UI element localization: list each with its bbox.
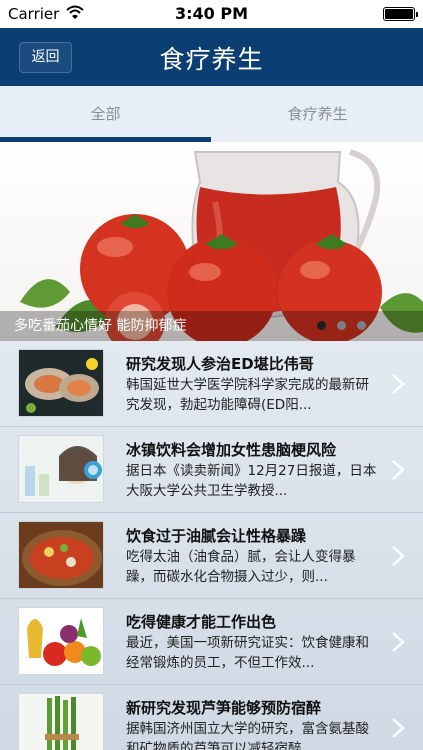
article-summary: 据韩国济州国立大学的研究，富含氨基酸和矿物质的芦笋可以减轻宿醉... (126, 721, 369, 750)
list-item[interactable]: 新研究发现芦笋能够预防宿醉 据韩国济州国立大学的研究，富含氨基酸和矿物质的芦笋可… (0, 685, 423, 750)
list-item[interactable]: 冰镇饮料会增加女性患脑梗风险 据日本《读卖新闻》12月27日报道，日本大阪大学公… (0, 427, 423, 513)
status-bar: Carrier 3:40 PM (0, 0, 423, 28)
category-tabs: 全部 食疗养生 (0, 86, 423, 142)
chevron-right-icon (392, 632, 405, 652)
list-item[interactable]: 饮食过于油腻会让性格暴躁 吃得太油（油食品）腻，会让人变得暴躁，而碳水化合物摄入… (0, 513, 423, 599)
article-title: 新研究发现芦笋能够预防宿醉 (126, 699, 322, 717)
article-summary: 吃得太油（油食品）腻，会让人变得暴躁，而碳水化合物摄入过少，则... (126, 549, 356, 585)
chevron-right-icon (392, 546, 405, 566)
page-dot[interactable] (337, 321, 346, 330)
hero-carousel[interactable]: 多吃番茄心情好 能防抑郁症 (0, 142, 423, 341)
carousel-caption: 多吃番茄心情好 能防抑郁症 (14, 318, 187, 334)
page-dot[interactable] (317, 321, 326, 330)
article-thumbnail-fruits-vegetables (18, 607, 104, 675)
chevron-right-icon (392, 374, 405, 394)
battery-icon (383, 7, 418, 21)
article-list: 研究发现人参治ED堪比伟哥 韩国延世大学医学院科学家完成的最新研究发现，勃起功能… (0, 341, 423, 750)
article-title: 吃得健康才能工作出色 (126, 613, 277, 631)
article-thumbnail-spicy-dish (18, 521, 104, 589)
article-title: 研究发现人参治ED堪比伟哥 (126, 355, 314, 373)
list-item[interactable]: 吃得健康才能工作出色 最近，美国一项新研究证实：饮食健康和经常锻炼的员工，不但工… (0, 599, 423, 685)
list-item[interactable]: 研究发现人参治ED堪比伟哥 韩国延世大学医学院科学家完成的最新研究发现，勃起功能… (0, 341, 423, 427)
chevron-right-icon (392, 460, 405, 480)
article-title: 冰镇饮料会增加女性患脑梗风险 (126, 441, 337, 459)
navigation-bar: 返回 食疗养生 (0, 28, 423, 86)
clock: 3:40 PM (174, 4, 248, 23)
article-summary: 韩国延世大学医学院科学家完成的最新研究发现，勃起功能障碍(ED阳... (126, 377, 369, 413)
article-thumbnail-oysters (18, 349, 104, 417)
tab-all[interactable]: 全部 (0, 86, 211, 142)
article-thumbnail-asparagus (18, 693, 104, 750)
article-title: 饮食过于油腻会让性格暴躁 (126, 527, 307, 545)
page-dot[interactable] (357, 321, 366, 330)
chevron-right-icon (392, 718, 405, 738)
article-summary: 最近，美国一项新研究证实：饮食健康和经常锻炼的员工，不但工作效... (126, 635, 369, 671)
article-thumbnail-woman-headphones (18, 435, 104, 503)
page-title: 食疗养生 (159, 45, 264, 74)
page-indicator[interactable] (317, 321, 367, 331)
article-summary: 据日本《读卖新闻》12月27日报道，日本大阪大学公共卫生学教授... (126, 463, 377, 499)
tab-diet-therapy[interactable]: 食疗养生 (212, 86, 423, 142)
